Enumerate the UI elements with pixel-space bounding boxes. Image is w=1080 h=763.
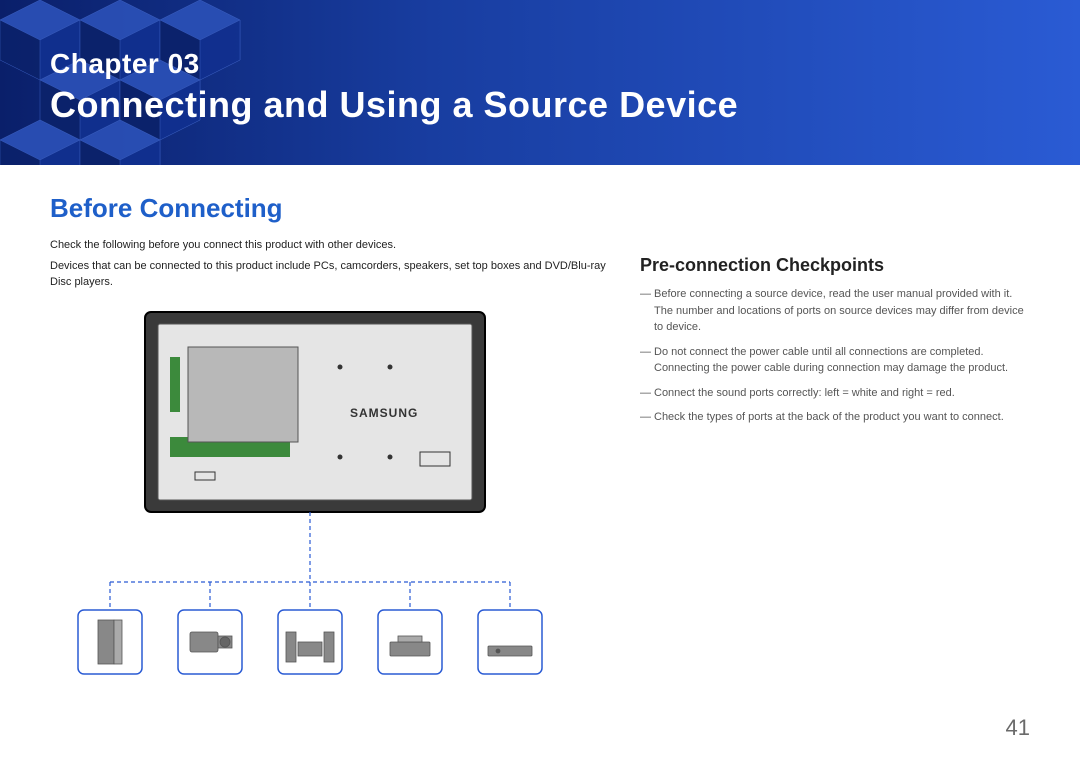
monitor-brand-label: SAMSUNG: [350, 406, 418, 420]
chapter-banner: Chapter 03 Connecting and Using a Source…: [0, 0, 1080, 165]
connection-diagram: SAMSUNG: [50, 302, 610, 722]
section-heading: Before Connecting: [50, 193, 610, 224]
intro-line-2: Devices that can be connected to this pr…: [50, 259, 610, 290]
checkpoints-heading: Pre-connection Checkpoints: [640, 255, 1030, 276]
intro-line-1: Check the following before you connect t…: [50, 238, 610, 253]
checkpoint-item: Before connecting a source device, read …: [640, 286, 1030, 336]
page-number: 41: [1006, 715, 1030, 741]
chapter-number: Chapter 03: [50, 48, 738, 80]
checkpoint-item: Do not connect the power cable until all…: [640, 344, 1030, 377]
chapter-title: Connecting and Using a Source Device: [50, 84, 738, 126]
checkpoint-item: Check the types of ports at the back of …: [640, 409, 1030, 426]
checkpoint-item: Connect the sound ports correctly: left …: [640, 385, 1030, 402]
